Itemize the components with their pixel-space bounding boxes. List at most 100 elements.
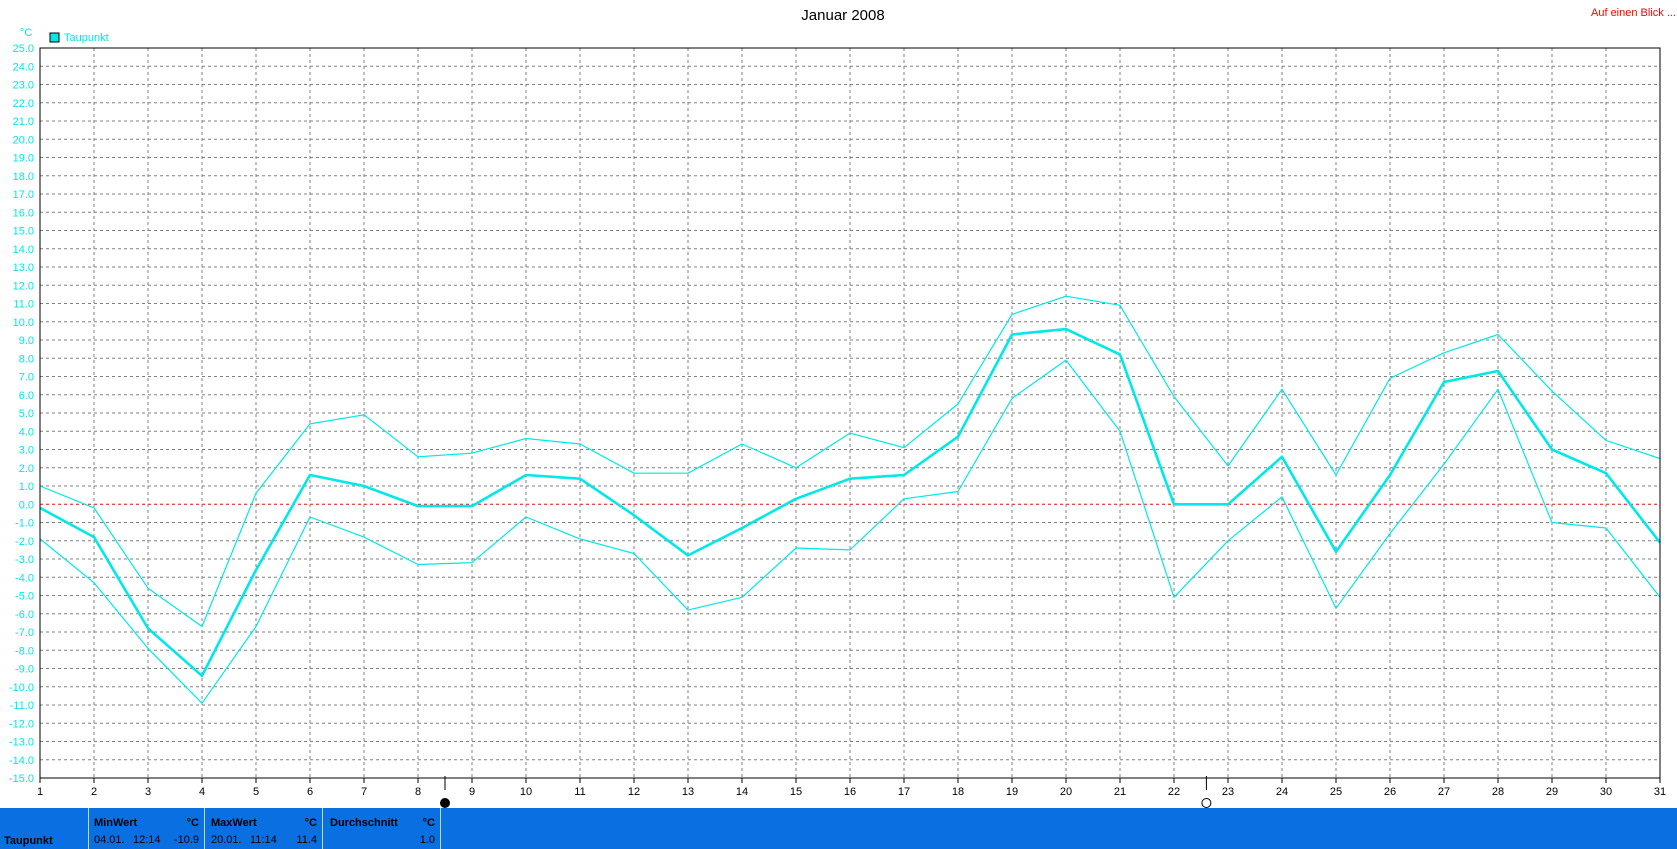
y-tick-label: 10.0 <box>13 317 34 329</box>
max-label: MaxWert <box>211 817 257 829</box>
y-tick-label: 25.0 <box>13 43 34 55</box>
y-tick-label: -2.0 <box>15 536 34 548</box>
y-tick-label: 20.0 <box>13 134 34 146</box>
x-tick-label: 22 <box>1168 786 1180 798</box>
x-tick-label: 19 <box>1006 786 1018 798</box>
y-tick-label: -12.0 <box>9 718 34 730</box>
y-tick-label: -4.0 <box>15 572 34 584</box>
x-tick-label: 13 <box>682 786 694 798</box>
y-tick-label: 9.0 <box>19 335 34 347</box>
y-tick-label: -10.0 <box>9 682 34 694</box>
x-tick-label: 9 <box>469 786 475 798</box>
min-label: MinWert <box>94 817 138 829</box>
min-value: -10.9 <box>173 834 199 846</box>
new-moon-icon <box>1201 798 1212 808</box>
max-unit: °C <box>304 817 317 829</box>
min-unit: °C <box>186 817 199 829</box>
avg-label: Durchschnitt <box>330 817 398 829</box>
x-tick-label: 25 <box>1330 786 1342 798</box>
series-line-avg <box>39 327 1662 678</box>
x-tick-label: 3 <box>145 786 151 798</box>
overview-link[interactable]: Auf einen Blick ... <box>1591 7 1676 19</box>
y-tick-label: -7.0 <box>15 627 34 639</box>
y-tick-label: -15.0 <box>9 773 34 785</box>
y-axis-unit: °C <box>20 27 32 39</box>
x-tick-label: 21 <box>1114 786 1126 798</box>
y-tick-label: 2.0 <box>19 463 34 475</box>
avg-unit: °C <box>422 817 435 829</box>
y-tick-label: 18.0 <box>13 171 34 183</box>
y-tick-label: 16.0 <box>13 207 34 219</box>
y-tick-label: 8.0 <box>19 353 34 365</box>
y-tick-label: 13.0 <box>13 262 34 274</box>
chart-title: Januar 2008 <box>801 7 884 24</box>
axis-markers <box>440 776 1212 808</box>
y-tick-label: 21.0 <box>13 116 34 128</box>
x-tick-label: 23 <box>1222 786 1234 798</box>
y-tick-label: 0.0 <box>19 499 34 511</box>
y-tick-label: 17.0 <box>13 189 34 201</box>
y-tick-label: 23.0 <box>13 80 34 92</box>
y-tick-label: -6.0 <box>15 609 34 621</box>
x-tick-label: 26 <box>1384 786 1396 798</box>
max-time: 11:14 <box>250 834 277 846</box>
x-tick-label: 2 <box>91 786 97 798</box>
x-tick-labels: 1 2 3 4 5 6 7 8 9 10 11 12 13 14 15 16 17 18 19 20 21 22 23 24 2… <box>37 786 1666 798</box>
x-tick-label: 1 <box>37 786 43 798</box>
max-value-cell: MaxWert °C 20.01. 11:14 11.4 <box>205 808 322 849</box>
max-date: 20.01. <box>211 834 242 846</box>
x-tick-label: 4 <box>199 786 205 798</box>
y-tick-label: 3.0 <box>19 445 34 457</box>
x-tick-label: 29 <box>1546 786 1558 798</box>
y-tick-label: -1.0 <box>15 518 34 530</box>
stats-footer: Taupunkt MinWert °C 04.01. 12:14 -10.9 M… <box>0 808 1677 849</box>
y-tick-label: 14.0 <box>13 244 34 256</box>
legend-swatch <box>49 32 60 43</box>
min-value-cell: MinWert °C 04.01. 12:14 -10.9 <box>89 808 204 849</box>
y-tick-label: 15.0 <box>13 226 34 238</box>
y-tick-label: 12.0 <box>13 280 34 292</box>
full-moon-icon <box>440 798 450 808</box>
y-tick-label: 4.0 <box>19 426 34 438</box>
x-tick-label: 30 <box>1600 786 1612 798</box>
x-tick-label: 24 <box>1276 786 1288 798</box>
average-cell: Durchschnitt °C 1.0 <box>323 808 440 849</box>
y-tick-label: -14.0 <box>9 755 34 767</box>
y-tick-labels: -15.0 -14.0 -13.0 -12.0 -11.0 -10.0 -9.0 -8.0 -7… <box>9 43 34 785</box>
y-tick-label: 19.0 <box>13 153 34 165</box>
y-tick-label: -5.0 <box>15 591 34 603</box>
dewpoint-chart: Januar 2008 Auf einen Blick ... °C Taupu… <box>9 7 1676 808</box>
x-tick-label: 15 <box>790 786 802 798</box>
x-tick-label: 28 <box>1492 786 1504 798</box>
y-tick-label: -11.0 <box>10 700 34 712</box>
x-tick-label: 8 <box>415 786 421 798</box>
y-tick-label: 1.0 <box>19 481 34 493</box>
x-tick-label: 5 <box>253 786 259 798</box>
x-tick-label: 16 <box>844 786 856 798</box>
x-tick-label: 20 <box>1060 786 1072 798</box>
min-date: 04.01. <box>94 834 125 846</box>
y-tick-label: -9.0 <box>15 664 34 676</box>
x-tick-label: 10 <box>520 786 532 798</box>
footer-row-label-cell: Taupunkt <box>0 808 88 849</box>
y-tick-label: 22.0 <box>13 98 34 110</box>
legend-label: Taupunkt <box>64 32 109 44</box>
x-tick-label: 27 <box>1438 786 1450 798</box>
x-tick-label: 17 <box>898 786 910 798</box>
grid <box>39 48 1661 783</box>
x-tick-label: 31 <box>1654 786 1666 798</box>
x-tick-label: 18 <box>952 786 964 798</box>
y-tick-label: 6.0 <box>19 390 34 402</box>
x-tick-label: 14 <box>736 786 748 798</box>
y-tick-label: -13.0 <box>9 737 34 749</box>
series-line-min <box>39 359 1661 704</box>
y-tick-label: 7.0 <box>19 372 34 384</box>
x-tick-label: 7 <box>361 786 367 798</box>
min-time: 12:14 <box>133 834 161 846</box>
x-tick-label: 12 <box>628 786 640 798</box>
avg-value: 1.0 <box>419 834 435 846</box>
y-tick-label: 24.0 <box>13 61 34 73</box>
x-tick-label: 6 <box>307 786 313 798</box>
y-tick-label: -3.0 <box>15 554 34 566</box>
y-tick-label: 5.0 <box>19 408 34 420</box>
